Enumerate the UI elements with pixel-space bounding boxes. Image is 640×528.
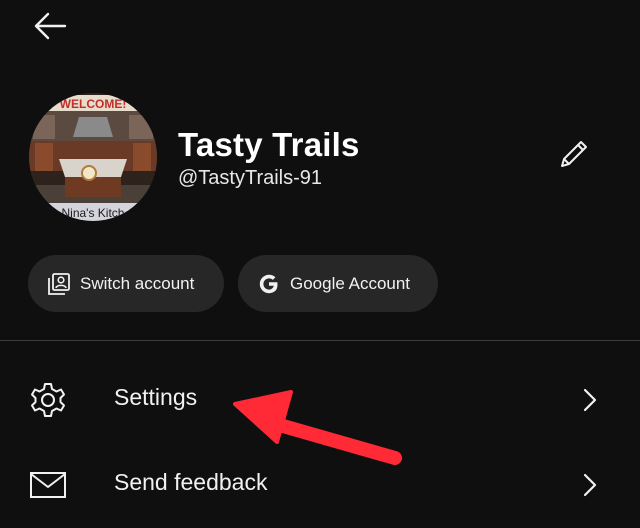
google-account-label: Google Account [290, 273, 411, 293]
mail-icon [28, 465, 68, 505]
arrow-left-icon [33, 11, 67, 45]
menu-item-send-feedback[interactable]: Send feedback [0, 445, 640, 525]
settings-label: Settings [114, 384, 198, 410]
switch-account-icon [46, 271, 72, 297]
pencil-icon [556, 136, 592, 176]
chevron-right-icon [574, 467, 606, 503]
switch-account-button[interactable]: Switch account [28, 255, 224, 312]
divider [0, 340, 640, 341]
avatar-banner-text: WELCOME! [60, 97, 127, 111]
gear-icon [28, 380, 68, 420]
back-button[interactable] [30, 8, 70, 48]
send-feedback-label: Send feedback [114, 469, 268, 495]
switch-account-label: Switch account [80, 273, 195, 293]
channel-name: Tasty Trails [178, 126, 360, 163]
google-g-icon [256, 271, 282, 297]
avatar[interactable]: WELCOME! Nina's Kitch [29, 93, 157, 221]
channel-handle: @TastyTrails-91 [178, 167, 323, 189]
google-account-button[interactable]: Google Account [238, 255, 438, 312]
chevron-right-icon [574, 382, 606, 418]
menu-item-settings[interactable]: Settings [0, 360, 640, 440]
avatar-caption-text: Nina's Kitch [62, 206, 125, 220]
edit-channel-button[interactable] [552, 134, 596, 178]
